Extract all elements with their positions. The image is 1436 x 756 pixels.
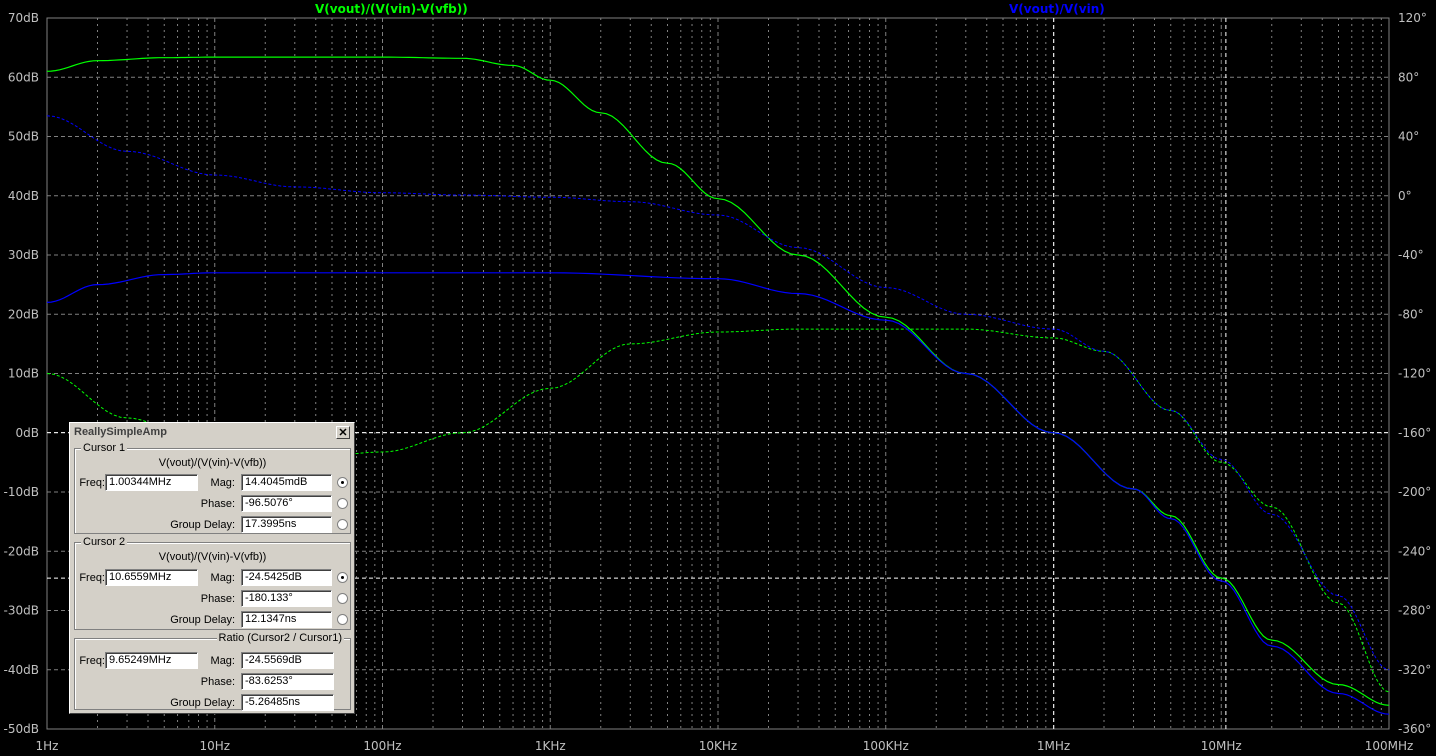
cursor1-mag-label: Mag: [210,477,235,489]
cursor1-freq-field[interactable]: 1.00344MHz [105,474,198,491]
y-right-tick-label: -40° [1398,248,1424,262]
cursor2-group: Cursor 2 V(vout)/(V(vin)-V(vfb)) Freq: 1… [74,536,351,630]
ratio-group: Ratio (Cursor2 / Cursor1) Freq: 9.65249M… [74,632,351,711]
cursor2-mag-field[interactable]: -24.5425dB [241,569,332,586]
cursor2-freq-label: Freq: [79,572,105,584]
ratio-phase-label: Phase: [200,676,235,688]
cursor1-gd-radio[interactable] [337,519,348,530]
ratio-freq-field[interactable]: 9.65249MHz [105,652,198,669]
cursor2-mag-label: Mag: [210,572,235,584]
y-right-tick-label: -200° [1398,485,1431,499]
y-left-tick-label: -20dB [4,544,39,558]
x-tick-label: 10KHz [699,739,737,753]
x-tick-label: 10MHz [1201,739,1242,753]
cursor1-legend: Cursor 1 [81,442,128,454]
y-right-tick-label: -360° [1398,722,1431,736]
y-right-tick-label: 0° [1398,189,1412,203]
y-left-tick-label: 40dB [8,189,39,203]
cursor1-gd-label: Group Delay: [170,519,235,531]
y-left-tick-label: 10dB [8,367,39,381]
ratio-gd-label: Group Delay: [170,697,235,709]
y-right-tick-label: 120° [1398,11,1427,25]
y-right-tick-label: -320° [1398,663,1431,677]
cursor1-gd-field[interactable]: 17.3995ns [241,516,332,533]
cursor2-phase-field[interactable]: -180.133° [241,590,332,607]
cursor2-gd-label: Group Delay: [170,614,235,626]
cursor2-mag-radio[interactable] [337,572,348,583]
y-left-tick-label: 30dB [8,248,39,262]
y-right-tick-label: -80° [1398,307,1424,321]
cursor1-freq-label: Freq: [79,477,105,489]
trace-title-loop-gain[interactable]: V(vout)/(V(vin)-V(vfb)) [315,2,468,16]
cursor1-phase-field[interactable]: -96.5076° [241,495,332,512]
cursor1-mag-field[interactable]: 14.4045mdB [241,474,332,491]
y-left-tick-label: 70dB [8,11,39,25]
ratio-freq-label: Freq: [79,655,105,667]
cursor2-gd-field[interactable]: 12.1347ns [241,611,332,628]
cursor1-mag-radio[interactable] [337,477,348,488]
y-left-tick-label: -30dB [4,604,39,618]
y-right-tick-label: -160° [1398,426,1431,440]
x-tick-label: 10Hz [199,739,230,753]
ratio-phase-field[interactable]: -83.6253° [241,673,334,690]
ratio-gd-field[interactable]: -5.26485ns [241,694,334,711]
trace-title-closed-loop[interactable]: V(vout)/V(vin) [1009,2,1105,16]
y-left-tick-label: 60dB [8,70,39,84]
ratio-mag-label: Mag: [210,655,235,667]
y-right-tick-label: 80° [1398,70,1419,84]
window-titlebar[interactable]: ReallySimpleAmp ✕ [72,425,352,441]
cursor1-phase-radio[interactable] [337,498,348,509]
cursor1-expression: V(vout)/(V(vin)-V(vfb)) [158,457,267,469]
cursor2-freq-field[interactable]: 10.6559MHz [105,569,198,586]
y-right-tick-label: -120° [1398,367,1431,381]
y-left-tick-label: 20dB [8,307,39,321]
cursor1-group: Cursor 1 V(vout)/(V(vin)-V(vfb)) Freq: 1… [74,442,351,534]
cursor2-legend: Cursor 2 [81,536,128,548]
cursor2-phase-radio[interactable] [337,593,348,604]
y-left-tick-label: 0dB [16,426,39,440]
y-right-tick-label: 40° [1398,130,1419,144]
x-tick-label: 100MHz [1365,739,1414,753]
y-left-tick-label: 50dB [8,130,39,144]
cursor2-expression: V(vout)/(V(vin)-V(vfb)) [158,551,267,563]
y-right-tick-label: -240° [1398,544,1431,558]
y-left-tick-label: -50dB [4,722,39,736]
x-tick-label: 100Hz [363,739,401,753]
x-tick-label: 100KHz [863,739,909,753]
y-left-tick-label: -10dB [4,485,39,499]
cursor1-phase-label: Phase: [200,498,235,510]
ratio-mag-field[interactable]: -24.5569dB [241,652,334,669]
cursor2-phase-label: Phase: [200,593,235,605]
close-button[interactable]: ✕ [336,426,350,439]
ratio-legend: Ratio (Cursor2 / Cursor1) [216,632,344,644]
x-tick-label: 1MHz [1037,739,1070,753]
x-tick-label: 1KHz [535,739,566,753]
y-right-tick-label: -280° [1398,604,1431,618]
cursor-window[interactable]: ReallySimpleAmp ✕ Cursor 1 V(vout)/(V(vi… [69,422,355,714]
window-title: ReallySimpleAmp [74,426,167,438]
cursor2-gd-radio[interactable] [337,614,348,625]
x-tick-label: 1Hz [36,739,59,753]
y-left-tick-label: -40dB [4,663,39,677]
